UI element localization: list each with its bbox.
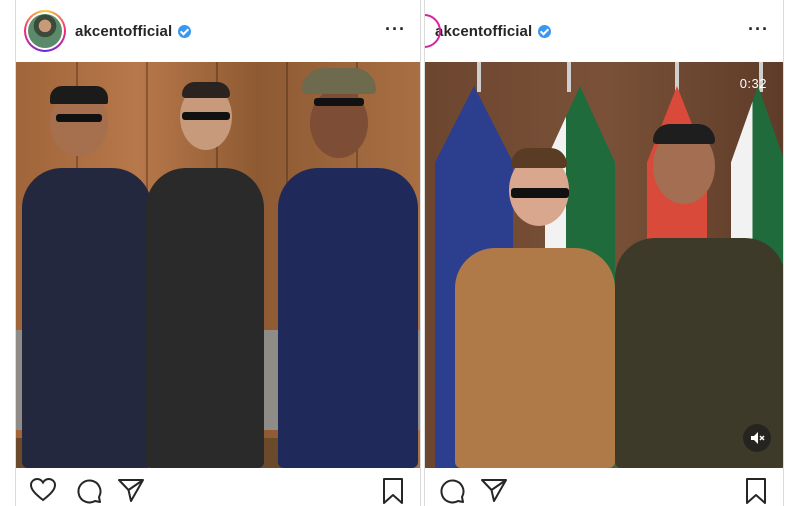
username[interactable]: akcentofficial <box>75 23 172 40</box>
share-icon[interactable] <box>118 478 144 502</box>
bookmark-icon[interactable] <box>745 478 767 504</box>
post-photo[interactable] <box>16 62 420 468</box>
action-bar <box>16 468 420 506</box>
more-options-icon[interactable]: ··· <box>748 20 769 38</box>
heart-icon[interactable] <box>30 478 56 502</box>
verified-badge-icon <box>538 24 552 38</box>
comment-icon[interactable] <box>76 478 102 504</box>
more-options-icon[interactable]: ··· <box>385 20 406 38</box>
avatar[interactable] <box>24 10 66 52</box>
share-icon[interactable] <box>481 478 507 502</box>
username[interactable]: akcentofficial <box>435 23 532 40</box>
bookmark-icon[interactable] <box>382 478 404 504</box>
post-header: akcentofficial ··· <box>16 0 420 62</box>
post-header: akcentofficial ··· <box>425 0 783 62</box>
post-left: akcentofficial ··· <box>15 0 421 506</box>
video-timer: 0:32 <box>739 76 767 91</box>
post-video[interactable]: 0:32 <box>425 62 783 468</box>
action-bar <box>425 468 783 506</box>
speaker-muted-icon[interactable] <box>743 424 771 452</box>
comment-icon[interactable] <box>439 478 465 504</box>
post-right: akcentofficial ··· 0:32 <box>424 0 784 506</box>
avatar[interactable] <box>425 14 441 48</box>
verified-badge-icon <box>178 24 192 38</box>
